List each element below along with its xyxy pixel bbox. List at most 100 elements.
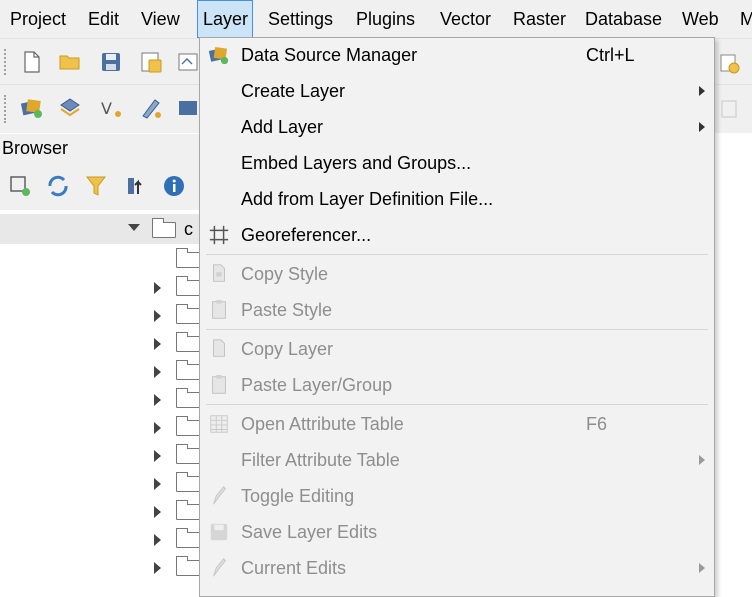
menu-item-label: Add Layer	[241, 117, 324, 137]
menu-item-label: Paste Layer/Group	[241, 375, 393, 395]
new-layout-icon[interactable]	[718, 52, 742, 76]
submenu-arrow-icon	[699, 122, 705, 132]
refresh-icon[interactable]	[46, 174, 70, 198]
save-project-icon[interactable]	[99, 50, 123, 74]
menu-edit[interactable]: Edit	[84, 0, 123, 38]
menu-item-label: Georeferencer...	[241, 225, 372, 245]
tree-item[interactable]	[0, 302, 200, 330]
add-raster-layer-icon[interactable]	[176, 96, 200, 120]
menu-plugins[interactable]: Plugins	[352, 0, 419, 38]
new-project-icon[interactable]	[20, 50, 44, 74]
menu-layer[interactable]: Layer	[197, 0, 253, 38]
save-as-icon[interactable]	[139, 50, 163, 74]
menu-item-current-edits[interactable]: Current Edits	[200, 551, 714, 585]
add-selected-layers-icon[interactable]	[8, 174, 32, 198]
menu-item-label: Filter Attribute Table	[241, 450, 400, 470]
collapse-all-icon[interactable]	[124, 174, 148, 198]
collapse-arrow-icon[interactable]	[128, 224, 140, 231]
menu-item-paste-layer-group[interactable]: Paste Layer/Group	[200, 368, 714, 402]
menu-separator	[206, 404, 708, 405]
browser-tree	[0, 244, 200, 583]
menu-item-georeferencer[interactable]: Georeferencer...	[200, 218, 714, 252]
georeferencer-icon	[209, 225, 229, 245]
info-icon[interactable]	[162, 174, 186, 198]
menu-item-embed-layers[interactable]: Embed Layers and Groups...	[200, 146, 714, 180]
folder-icon	[176, 304, 200, 324]
menu-database[interactable]: Database	[581, 0, 666, 38]
filter-icon[interactable]	[84, 174, 108, 198]
submenu-arrow-icon	[699, 563, 705, 573]
tree-item[interactable]	[0, 274, 200, 302]
add-layer-icon[interactable]	[58, 96, 82, 120]
menu-settings[interactable]: Settings	[264, 0, 337, 38]
copy-style-icon	[213, 264, 225, 282]
tree-item[interactable]	[0, 386, 200, 414]
menu-item-add-layer[interactable]: Add Layer	[200, 110, 714, 144]
browser-root-item[interactable]: c	[0, 214, 200, 244]
menu-item-label: Current Edits	[241, 558, 347, 578]
menu-bar: Project Edit View Layer Settings Plugins…	[0, 0, 752, 38]
expand-arrow-icon[interactable]	[154, 310, 161, 322]
folder-icon	[176, 248, 200, 268]
menu-item-data-source-manager[interactable]: Data Source Manager Ctrl+L	[200, 38, 714, 72]
submenu-arrow-icon	[699, 455, 705, 465]
menu-raster[interactable]: Raster	[509, 0, 570, 38]
menu-item-label: Paste Style	[241, 300, 333, 320]
expand-arrow-icon[interactable]	[154, 562, 161, 574]
print-layout-icon[interactable]	[176, 50, 200, 74]
folder-icon	[176, 360, 200, 380]
tree-item[interactable]	[0, 246, 200, 274]
tree-item[interactable]	[0, 358, 200, 386]
digitize-icon[interactable]	[139, 96, 163, 120]
svg-text:V: V	[101, 99, 112, 118]
menu-item-copy-layer[interactable]: Copy Layer	[200, 332, 714, 366]
menu-project[interactable]: Project	[6, 0, 70, 38]
menu-vector[interactable]: Vector	[436, 0, 495, 38]
folder-icon	[176, 556, 200, 576]
menu-separator	[206, 254, 708, 255]
menu-item-copy-style[interactable]: Copy Style	[200, 257, 714, 291]
menu-item-paste-style[interactable]: Paste Style	[200, 293, 714, 327]
tree-item[interactable]	[0, 414, 200, 442]
menu-item-label: Open Attribute Table	[241, 414, 404, 434]
current-edits-icon	[213, 558, 227, 577]
expand-arrow-icon[interactable]	[154, 394, 161, 406]
menu-item-label: Toggle Editing	[241, 486, 355, 506]
expand-arrow-icon[interactable]	[154, 450, 161, 462]
tree-item[interactable]	[0, 554, 200, 582]
data-source-manager-icon[interactable]	[20, 96, 44, 120]
menu-item-shortcut: F6	[586, 414, 608, 434]
save-edits-icon	[210, 523, 228, 541]
tree-item[interactable]	[0, 442, 200, 470]
root-label: c	[184, 219, 193, 239]
menu-item-open-attribute-table[interactable]: Open Attribute Table F6	[200, 407, 714, 441]
menu-item-add-from-layer-definition[interactable]: Add from Layer Definition File...	[200, 182, 714, 216]
expand-arrow-icon[interactable]	[154, 282, 161, 294]
expand-arrow-icon[interactable]	[154, 534, 161, 546]
tree-item[interactable]	[0, 498, 200, 526]
menu-item-create-layer[interactable]: Create Layer	[200, 74, 714, 108]
toolbar-disabled-icon[interactable]	[718, 97, 742, 121]
tree-item[interactable]	[0, 330, 200, 358]
menu-item-toggle-editing[interactable]: Toggle Editing	[200, 479, 714, 513]
menu-mesh[interactable]: M	[736, 0, 752, 38]
folder-icon	[176, 388, 200, 408]
menu-item-save-layer-edits[interactable]: Save Layer Edits	[200, 515, 714, 549]
folder-icon	[176, 472, 200, 492]
expand-arrow-icon[interactable]	[154, 338, 161, 350]
open-project-icon[interactable]	[58, 50, 82, 74]
toolbar-grip[interactable]	[4, 49, 10, 75]
expand-arrow-icon[interactable]	[154, 422, 161, 434]
expand-arrow-icon[interactable]	[154, 506, 161, 518]
menu-item-filter-attribute-table[interactable]: Filter Attribute Table	[200, 443, 714, 477]
tree-item[interactable]	[0, 470, 200, 498]
expand-arrow-icon[interactable]	[154, 478, 161, 490]
toolbar-grip[interactable]	[4, 95, 10, 123]
menu-view[interactable]: View	[137, 0, 184, 38]
paste-layer-icon	[212, 374, 226, 394]
add-vector-layer-icon[interactable]: V	[99, 96, 123, 120]
tree-item[interactable]	[0, 526, 200, 554]
expand-arrow-icon[interactable]	[154, 366, 161, 378]
folder-icon	[152, 218, 176, 238]
menu-web[interactable]: Web	[678, 0, 723, 38]
